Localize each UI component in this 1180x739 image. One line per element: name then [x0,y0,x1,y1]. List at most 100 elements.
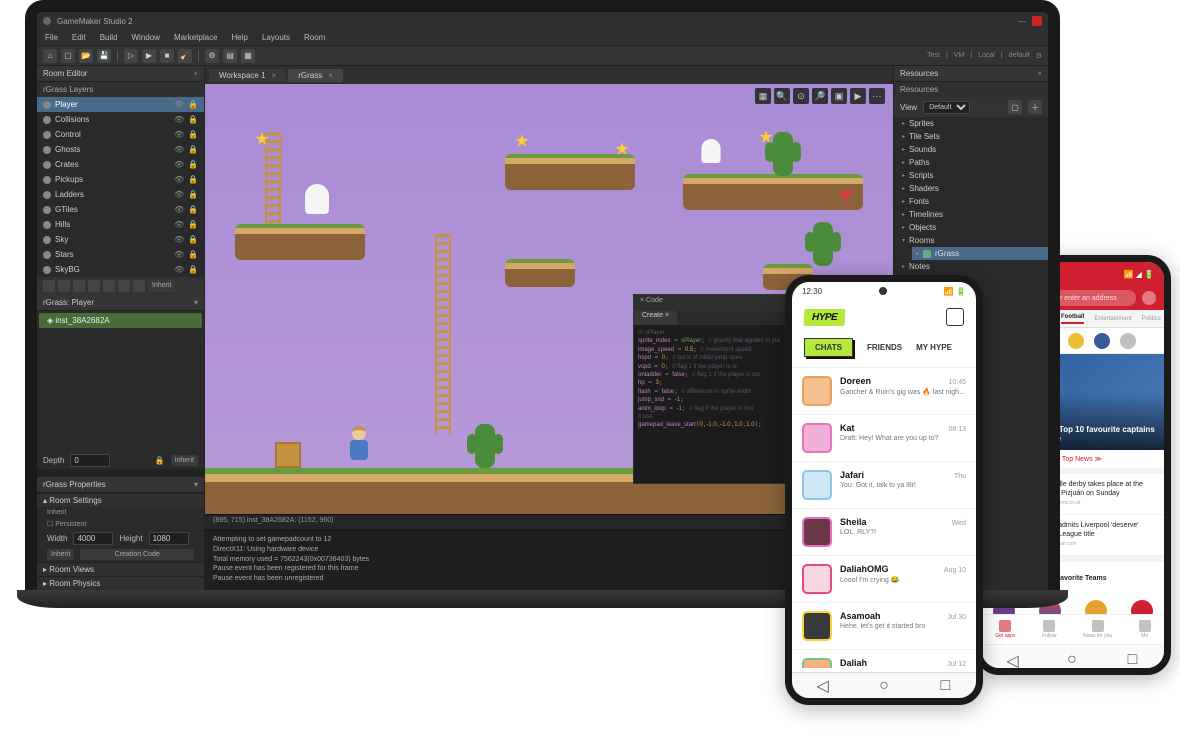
persistent-checkbox[interactable]: ☐ Persistent [37,518,204,530]
league-icon[interactable] [1068,333,1084,349]
build-icon[interactable]: ⚙ [205,49,219,63]
inherit-button[interactable]: Inherit [148,280,175,292]
instance-item[interactable]: ◈ inst_38A2682A [39,313,202,328]
profile-icon[interactable] [1142,291,1156,305]
recent-icon[interactable]: □ [1128,651,1140,663]
layer-tool-icon[interactable] [58,280,70,292]
save-icon[interactable]: 💾 [97,49,111,63]
resource-folder[interactable]: Paths [894,156,1048,169]
chat-item[interactable]: AsamoahJul 30 Hehe, let's get it started… [792,603,976,650]
menu-window[interactable]: Window [131,33,159,42]
width-input[interactable] [73,532,113,545]
resource-folder[interactable]: Scripts [894,169,1048,182]
instance-panel-header[interactable]: rGrass: Player▾ [37,295,204,311]
zoom-reset-icon[interactable]: ⊙ [793,88,809,104]
resource-folder[interactable]: Tile Sets [894,130,1048,143]
layer-row[interactable]: Hills👁🔒 [37,217,204,232]
inherit-sub[interactable]: Inherit [37,507,204,518]
view-opts-icon[interactable]: ⋯ [869,88,885,104]
tab-myhype[interactable]: MY HYPE [916,343,952,352]
inherit-button[interactable]: Inherit [171,455,198,466]
chat-item[interactable]: DaliahJul 12 Yikes! I can't believe that… [792,650,976,668]
layer-row[interactable]: GTiles👁🔒 [37,202,204,217]
room-settings-row[interactable]: ▴ Room Settings [37,493,204,507]
chat-item[interactable]: JafariThu You: Got it, talk to ya l8r! [792,462,976,509]
zoom-out-icon[interactable]: 🔎 [812,88,828,104]
layer-tool-icon[interactable] [133,280,145,292]
room-views-row[interactable]: ▸ Room Views [37,562,204,576]
chat-item[interactable]: DaliahOMGAug 10 Loool I'm crying 😂 [792,556,976,603]
resource-folder[interactable]: Objects [894,221,1048,234]
stop-icon[interactable]: ■ [160,49,174,63]
room-physics-row[interactable]: ▸ Room Physics [37,576,204,590]
clean-icon[interactable]: 🧹 [178,49,192,63]
tab-room[interactable]: rGrass× [288,69,343,82]
resource-folder[interactable]: Sprites [894,117,1048,130]
resource-folder[interactable]: Timelines [894,208,1048,221]
chat-item[interactable]: Kat08:13 Draft: Hey! What are you up to? [792,415,976,462]
resource-folder[interactable]: Notes [894,260,1048,273]
minimize-icon[interactable]: — [1018,17,1026,26]
league-icon[interactable] [1120,333,1136,349]
hype-logo[interactable]: HYPE [804,309,846,326]
menu-layouts[interactable]: Layouts [262,33,290,42]
close-icon[interactable] [1032,16,1042,26]
compose-icon[interactable] [946,308,964,326]
tool-b-icon[interactable]: ▦ [241,49,255,63]
recent-icon[interactable]: □ [938,679,952,693]
chat-item[interactable]: Doreen10:45 Gancher & Ruin's gig was 🔥 l… [792,368,976,415]
nav-follow[interactable]: Follow [1042,620,1056,639]
layer-row[interactable]: Collisions👁🔒 [37,112,204,127]
tab-friends[interactable]: FRIENDS [867,343,902,352]
layer-row[interactable]: Stars👁🔒 [37,247,204,262]
debug-icon[interactable]: ▷ [124,49,138,63]
settings-icon[interactable]: ⚙ [1036,52,1042,60]
team-badge-icon[interactable] [1131,600,1153,622]
play-icon[interactable]: ▶ [142,49,156,63]
team-badge-icon[interactable] [1085,600,1107,622]
snap-icon[interactable]: ▣ [831,88,847,104]
properties-header[interactable]: rGrass Properties▾ [37,477,204,493]
res-add-icon[interactable]: ＋ [1028,100,1042,114]
new-icon[interactable]: ▢ [61,49,75,63]
chat-list[interactable]: Doreen10:45 Gancher & Ruin's gig was 🔥 l… [792,368,976,668]
layer-row[interactable]: Pickups👁🔒 [37,172,204,187]
layer-row[interactable]: Crates👁🔒 [37,157,204,172]
depth-input[interactable] [70,454,110,467]
menu-room[interactable]: Room [304,33,325,42]
resource-folder[interactable]: Fonts [894,195,1048,208]
chat-item[interactable]: SheilaWed LOL, RLY?! [792,509,976,556]
res-tool-icon[interactable]: ▢ [1008,100,1022,114]
view-select[interactable]: Default [923,101,970,114]
play-preview-icon[interactable]: ▶ [850,88,866,104]
layer-tool-icon[interactable] [43,280,55,292]
layer-row[interactable]: Player👁🔒 [37,97,204,112]
layer-row[interactable]: SkyBG👁🔒 [37,262,204,277]
back-icon[interactable]: ◁ [1006,651,1018,663]
home-icon[interactable]: ○ [877,679,891,693]
league-icon[interactable] [1094,333,1110,349]
menu-help[interactable]: Help [232,33,248,42]
layer-row[interactable]: Ladders👁🔒 [37,187,204,202]
nav-getapps[interactable]: Get apps [995,620,1015,639]
layer-tool-icon[interactable] [73,280,85,292]
resource-folder[interactable]: Rooms [894,234,1048,247]
creation-code-button[interactable]: Creation Code [80,549,194,560]
open-icon[interactable]: 📂 [79,49,93,63]
tab-workspace[interactable]: Workspace 1× [209,69,286,82]
layer-row[interactable]: Control👁🔒 [37,127,204,142]
cat-politics[interactable]: Politics [1142,316,1161,322]
resource-folder[interactable]: Shaders [894,182,1048,195]
layer-row[interactable]: Ghosts👁🔒 [37,142,204,157]
zoom-in-icon[interactable]: 🔍 [774,88,790,104]
nav-news[interactable]: News for you [1083,620,1112,639]
menu-file[interactable]: File [45,33,58,42]
resource-folder[interactable]: Sounds [894,143,1048,156]
home-icon[interactable]: ○ [1067,651,1079,663]
tab-chats[interactable]: CHATS [804,338,853,357]
close-panel-icon[interactable]: × [1037,69,1042,78]
nav-me[interactable]: Me [1139,620,1151,639]
cat-entertainment[interactable]: Entertainment [1094,316,1131,322]
menu-build[interactable]: Build [100,33,118,42]
grid-icon[interactable]: ▦ [755,88,771,104]
